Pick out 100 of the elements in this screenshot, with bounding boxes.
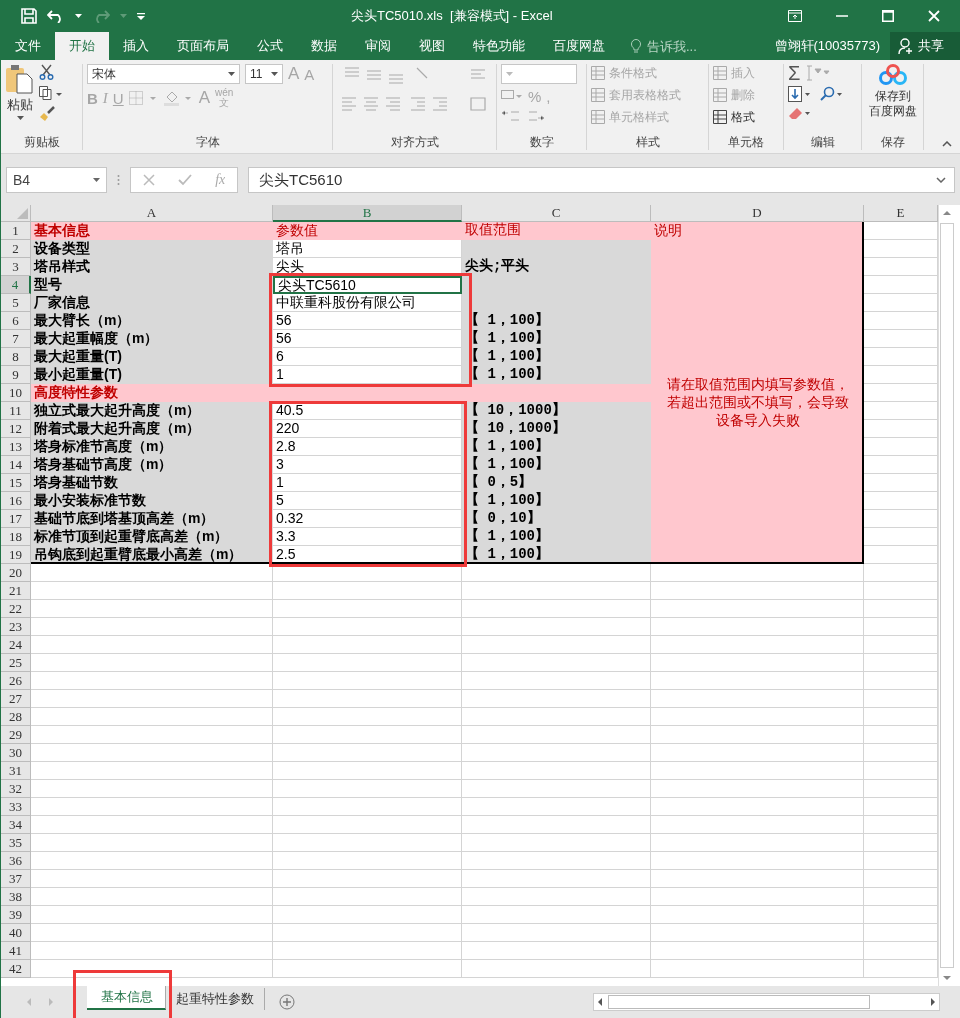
row-header[interactable]: 36	[1, 852, 31, 870]
empty-cell[interactable]	[864, 330, 938, 348]
empty-cell[interactable]	[864, 294, 938, 312]
row-header[interactable]: 39	[1, 906, 31, 924]
row-header[interactable]: 32	[1, 780, 31, 798]
name-box[interactable]: B4	[6, 167, 107, 193]
ribbon-tab[interactable]: 公式	[243, 32, 297, 60]
column-header[interactable]: A	[31, 205, 273, 222]
paste-button[interactable]: 粘贴	[5, 64, 35, 134]
tell-me-field[interactable]: 告诉我...	[645, 37, 719, 55]
row-header[interactable]: 10	[1, 384, 31, 402]
close-icon[interactable]	[928, 10, 940, 22]
row-header[interactable]: 16	[1, 492, 31, 510]
row-header[interactable]: 15	[1, 474, 31, 492]
ribbon-tab[interactable]: 页面布局	[163, 32, 243, 60]
ribbon-display-icon[interactable]	[788, 10, 802, 22]
row-header[interactable]: 30	[1, 744, 31, 762]
row-header[interactable]: 5	[1, 294, 31, 312]
minimize-icon[interactable]	[836, 15, 848, 17]
row-header[interactable]: 40	[1, 924, 31, 942]
empty-cell[interactable]	[864, 420, 938, 438]
copy-icon[interactable]	[39, 86, 63, 100]
ribbon-tab[interactable]: 审阅	[351, 32, 405, 60]
row-header[interactable]: 38	[1, 888, 31, 906]
sheet-tab[interactable]: 基本信息	[87, 986, 166, 1010]
row-header[interactable]: 6	[1, 312, 31, 330]
empty-cell[interactable]	[864, 510, 938, 528]
customize-menu-icon[interactable]	[137, 12, 145, 20]
save-icon[interactable]	[21, 8, 37, 24]
expand-icon[interactable]	[936, 177, 946, 183]
select-all-corner[interactable]	[1, 205, 31, 222]
row-header[interactable]: 18	[1, 528, 31, 546]
empty-cell[interactable]	[864, 312, 938, 330]
formula-input[interactable]: 尖头TC5610	[248, 167, 955, 193]
row-header[interactable]: 11	[1, 402, 31, 420]
user-name[interactable]: 曾翊轩(10035773)	[774, 32, 890, 60]
horizontal-scrollbar[interactable]	[593, 993, 940, 1011]
cells-menu-button[interactable]: 格式	[713, 108, 779, 126]
row-header[interactable]: 19	[1, 546, 31, 564]
share-button[interactable]: 共享	[890, 32, 960, 60]
row-header[interactable]: 24	[1, 636, 31, 654]
row-header[interactable]: 17	[1, 510, 31, 528]
row-header[interactable]: 14	[1, 456, 31, 474]
empty-cell[interactable]	[864, 366, 938, 384]
save-to-cloud-button[interactable]: 保存到 百度网盘	[868, 64, 917, 119]
row-header[interactable]: 13	[1, 438, 31, 456]
row-header[interactable]: 42	[1, 960, 31, 978]
empty-cell[interactable]	[864, 456, 938, 474]
empty-cell[interactable]	[864, 348, 938, 366]
row-header[interactable]: 28	[1, 708, 31, 726]
row-header[interactable]: 35	[1, 834, 31, 852]
sort-icon[interactable]	[805, 65, 832, 81]
row-header[interactable]: 12	[1, 420, 31, 438]
row-header[interactable]: 23	[1, 618, 31, 636]
row-header[interactable]: 21	[1, 582, 31, 600]
ribbon-tab[interactable]: 视图	[405, 32, 459, 60]
font-name-dropdown[interactable]: 宋体	[87, 64, 240, 84]
sheet-tab[interactable]: 起重特性参数	[166, 988, 265, 1010]
empty-cell[interactable]	[864, 528, 938, 546]
autosum-button[interactable]: Σ	[788, 64, 801, 82]
empty-cell[interactable]	[864, 258, 938, 276]
row-header[interactable]: 37	[1, 870, 31, 888]
collapse-ribbon-icon[interactable]	[942, 141, 952, 147]
row-header[interactable]: 34	[1, 816, 31, 834]
row-header[interactable]: 25	[1, 654, 31, 672]
row-header[interactable]: 20	[1, 564, 31, 582]
empty-cell[interactable]	[864, 474, 938, 492]
row-header[interactable]: 1	[1, 222, 31, 240]
empty-cell[interactable]	[864, 546, 938, 564]
add-sheet-icon[interactable]	[279, 994, 295, 1010]
empty-cell[interactable]	[864, 438, 938, 456]
ribbon-tab[interactable]: 插入	[109, 32, 163, 60]
font-size-dropdown[interactable]: 11	[245, 64, 283, 84]
ribbon-tab[interactable]: 数据	[297, 32, 351, 60]
scissors-icon[interactable]	[39, 64, 54, 80]
empty-cell[interactable]	[864, 384, 938, 402]
caret-icon[interactable]	[75, 14, 82, 18]
row-header[interactable]: 27	[1, 690, 31, 708]
ribbon-tab[interactable]: 文件	[1, 32, 55, 60]
decimal-icons-drawing[interactable]	[501, 109, 547, 123]
row-header[interactable]: 41	[1, 942, 31, 960]
checkmark-icon[interactable]	[177, 174, 192, 186]
row-header[interactable]: 33	[1, 798, 31, 816]
empty-cell[interactable]	[864, 402, 938, 420]
row-header[interactable]: 8	[1, 348, 31, 366]
fill-color-icon[interactable]	[163, 90, 194, 106]
cancel-icon[interactable]	[142, 174, 155, 186]
empty-cell[interactable]	[864, 492, 938, 510]
column-header[interactable]: D	[651, 205, 864, 222]
empty-cell[interactable]	[864, 240, 938, 258]
paintbrush-icon[interactable]	[39, 106, 55, 122]
row-header[interactable]: 2	[1, 240, 31, 258]
number-format-dropdown[interactable]	[501, 64, 577, 84]
borders-icon[interactable]	[128, 91, 159, 105]
ribbon-tab[interactable]: 开始	[55, 32, 109, 60]
row-header[interactable]: 22	[1, 600, 31, 618]
row-header[interactable]: 9	[1, 366, 31, 384]
vertical-scrollbar[interactable]	[940, 223, 954, 968]
row-header[interactable]: 26	[1, 672, 31, 690]
row-header[interactable]: 7	[1, 330, 31, 348]
